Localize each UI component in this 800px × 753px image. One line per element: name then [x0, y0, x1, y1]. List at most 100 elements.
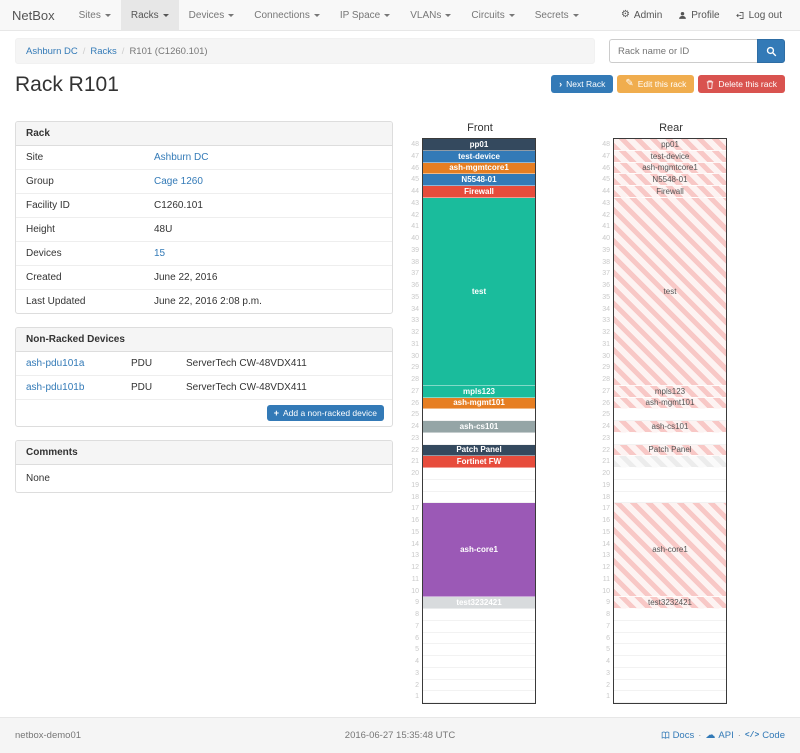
- add-non-racked-device-button[interactable]: + Add a non-racked device: [267, 405, 384, 421]
- device-mpls123-front[interactable]: mpls123: [423, 386, 535, 398]
- unit-number: 19: [408, 480, 422, 492]
- nav-item-vlans[interactable]: VLANs: [400, 0, 461, 30]
- nav-item-devices[interactable]: Devices: [179, 0, 245, 30]
- netbox-brand[interactable]: NetBox: [12, 0, 69, 30]
- rack-attr-row-site: SiteAshburn DC: [16, 146, 392, 169]
- device-ash-mgmtcore1-rear[interactable]: ash-mgmtcore1: [614, 163, 726, 175]
- rack-attr-rows: SiteAshburn DCGroupCage 1260Facility IDC…: [16, 146, 392, 313]
- empty-unit: [614, 468, 726, 480]
- unit-number: 28: [408, 374, 422, 386]
- device-firewall-rear[interactable]: Firewall: [614, 186, 726, 198]
- caret-down-icon: [445, 14, 451, 17]
- device-type: PDU: [131, 358, 186, 369]
- device-label: ash-cs101: [460, 422, 499, 431]
- caret-down-icon: [314, 14, 320, 17]
- unit-number: 30: [408, 351, 422, 363]
- nav-item-sites[interactable]: Sites: [69, 0, 121, 30]
- unit-number: 13: [599, 550, 613, 562]
- device-pp01-front[interactable]: pp01: [423, 139, 535, 151]
- empty-unit: [614, 680, 726, 692]
- navbar-menu: SitesRacks Devices Connections IP SpaceVLAN…: [69, 0, 589, 30]
- attr-value-site[interactable]: Ashburn DC: [154, 152, 208, 163]
- nav-item-profile[interactable]: Profile: [670, 0, 727, 30]
- footer-link-code[interactable]: </>Code: [745, 730, 785, 741]
- device-label: ash-mgmtcore1: [642, 163, 698, 172]
- breadcrumb-item-ashburn-dc[interactable]: Ashburn DC: [26, 46, 78, 57]
- device-ash-mgmtcore1-front[interactable]: ash-mgmtcore1: [423, 163, 535, 175]
- device-label: Patch Panel: [456, 445, 501, 454]
- device-test-device-rear[interactable]: test-device: [614, 151, 726, 163]
- device-n5548-01-front[interactable]: N5548-01: [423, 174, 535, 186]
- device-patch-panel-rear[interactable]: Patch Panel: [614, 445, 726, 457]
- search-button[interactable]: [757, 39, 785, 63]
- device-label: N5548-01: [461, 175, 496, 184]
- unit-number: 48: [599, 139, 613, 151]
- delete-rack-button[interactable]: Delete this rack: [698, 75, 785, 93]
- attr-value-group[interactable]: Cage 1260: [154, 176, 203, 187]
- device-mpls123-rear[interactable]: mpls123: [614, 386, 726, 398]
- nav-item-ip-space[interactable]: IP Space: [330, 0, 400, 30]
- device-firewall-front[interactable]: Firewall: [423, 186, 535, 198]
- device-label: Firewall: [656, 187, 684, 196]
- nav-item-log-out[interactable]: Log out: [728, 0, 790, 30]
- device-link-ash-pdu101b[interactable]: ash-pdu101b: [26, 382, 131, 393]
- unit-number: 9: [408, 597, 422, 609]
- nav-item-connections[interactable]: Connections: [244, 0, 330, 30]
- caret-down-icon: [163, 14, 169, 17]
- breadcrumb-item-racks[interactable]: Racks: [90, 46, 116, 57]
- device-fortinet-fw-front[interactable]: Fortinet FW: [423, 456, 535, 468]
- rack-panel: Rack SiteAshburn DCGroupCage 1260Facilit…: [15, 121, 393, 314]
- unit-number: 5: [408, 644, 422, 656]
- nav-item-racks[interactable]: Racks: [121, 0, 179, 30]
- device-test3232421-front[interactable]: test3232421: [423, 597, 535, 609]
- device-ash-core1-rear[interactable]: ash-core1: [614, 503, 726, 597]
- device-test3232421-rear[interactable]: test3232421: [614, 597, 726, 609]
- unit-number: 22: [408, 445, 422, 457]
- footer-link-docs[interactable]: Docs: [661, 730, 695, 741]
- attr-label: Site: [26, 152, 154, 163]
- footer-link-api[interactable]: ☁API: [705, 730, 733, 741]
- non-racked-row-ash-pdu101b: ash-pdu101bPDUServerTech CW-48VDX411: [16, 376, 392, 400]
- unit-number: 41: [408, 221, 422, 233]
- device-n5548-01-rear[interactable]: N5548-01: [614, 174, 726, 186]
- device-patch-panel-front[interactable]: Patch Panel: [423, 445, 535, 457]
- device-ash-mgmt101-front[interactable]: ash-mgmt101: [423, 398, 535, 410]
- device-ash-core1-front[interactable]: ash-core1: [423, 503, 535, 597]
- unit-number: 11: [408, 574, 422, 586]
- device-ash-cs101-rear[interactable]: ash-cs101: [614, 421, 726, 433]
- device-label: Firewall: [464, 187, 494, 196]
- device-ash-cs101-front[interactable]: ash-cs101: [423, 421, 535, 433]
- nav-item-label: Devices: [189, 10, 225, 21]
- device-test-device-front[interactable]: test-device: [423, 151, 535, 163]
- device-label: test3232421: [456, 598, 501, 607]
- nav-item-label: Circuits: [471, 10, 504, 21]
- caret-down-icon: [509, 14, 515, 17]
- unit-number: 24: [408, 421, 422, 433]
- unit-number: 32: [599, 327, 613, 339]
- unit-number: 18: [599, 492, 613, 504]
- next-rack-button[interactable]: › Next Rack: [551, 75, 613, 93]
- non-racked-heading: Non-Racked Devices: [16, 328, 392, 352]
- unit-number: 30: [599, 351, 613, 363]
- attr-value-devices[interactable]: 15: [154, 248, 165, 259]
- empty-unit: [423, 680, 535, 692]
- device-test-rear[interactable]: test: [614, 198, 726, 386]
- unit-number: 17: [408, 503, 422, 515]
- unit-number: 40: [408, 233, 422, 245]
- device-pp01-rear[interactable]: pp01: [614, 139, 726, 151]
- nav-item-secrets[interactable]: Secrets: [525, 0, 589, 30]
- unit-number: 12: [408, 562, 422, 574]
- unit-number: 45: [408, 174, 422, 186]
- footer-link-label: Code: [762, 730, 785, 741]
- device-link-ash-pdu101a[interactable]: ash-pdu101a: [26, 358, 131, 369]
- edit-rack-button[interactable]: ✎ Edit this rack: [617, 75, 694, 93]
- nav-item-admin[interactable]: ⚙Admin: [613, 0, 670, 30]
- device-test-front[interactable]: test: [423, 198, 535, 386]
- unit-number: 48: [408, 139, 422, 151]
- empty-unit: [614, 691, 726, 703]
- empty-unit: [614, 644, 726, 656]
- nav-item-circuits[interactable]: Circuits: [461, 0, 524, 30]
- device-ash-mgmt101-rear[interactable]: ash-mgmt101: [614, 398, 726, 410]
- nav-item-label: Connections: [254, 10, 310, 21]
- rack-search-input[interactable]: [609, 39, 757, 63]
